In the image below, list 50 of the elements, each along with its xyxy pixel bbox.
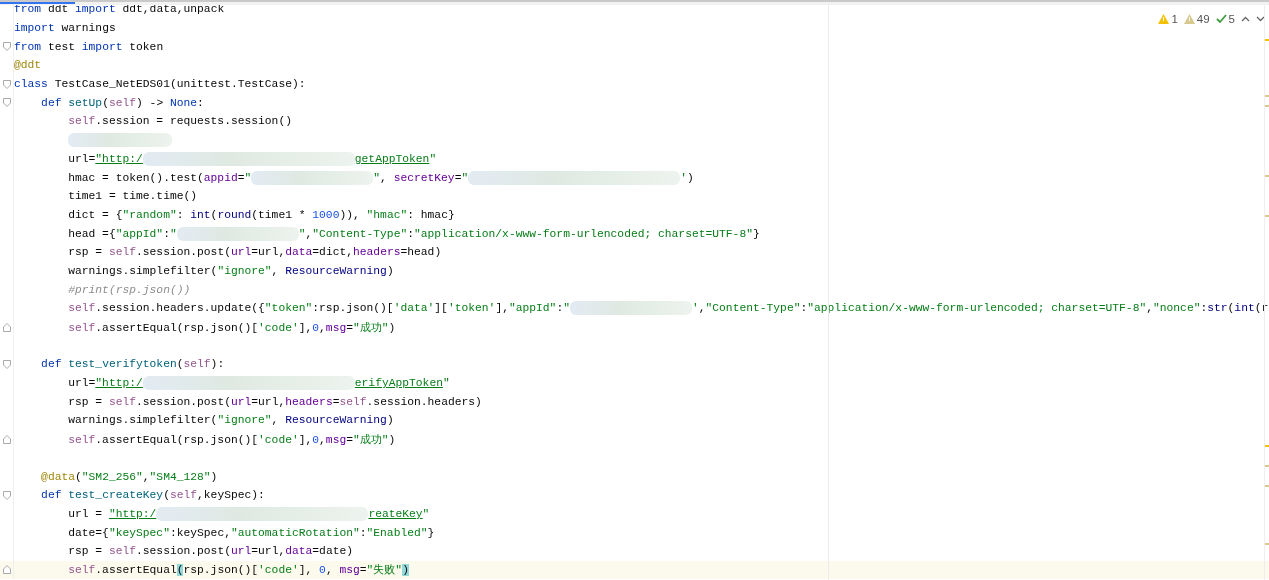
code-text: url="http:/ (68, 152, 143, 165)
code-text: erifyAppToken" (354, 377, 450, 390)
code-text: getAppToken" (354, 152, 437, 165)
code-text: rsp = self.session.post(url=url,headers=self.session.headers) (68, 395, 482, 408)
code-text: @ddt (14, 59, 42, 72)
chevron-up-icon[interactable] (1241, 16, 1250, 22)
fold-icon[interactable] (2, 322, 11, 332)
fold-icon[interactable] (2, 42, 11, 52)
code-text: class TestCase_NetEDS01(unittest.TestCase): (14, 78, 306, 91)
code-text: def setUp(self) -> None: (41, 96, 204, 109)
code-text: date={"keySpec":keySpec,"automaticRotation":"Enabled"} (68, 526, 435, 539)
warning-icon (1158, 14, 1170, 24)
code-text: warnings.simplefilter("ignore", ResourceWarning) (68, 414, 394, 427)
inspection-count[interactable]: 49 (1196, 13, 1210, 25)
inspection-count[interactable]: 5 (1228, 13, 1235, 25)
code-text: import warnings (14, 22, 116, 35)
code-text: self.assertEqual(rsp.json()['code'], 0, msg="失败") (68, 563, 409, 578)
code-text: from ddt import ddt,data,unpack (14, 5, 225, 16)
code-text: self.assertEqual(rsp.json()['code'],0,msg="成功") (68, 320, 396, 335)
code-text: def test_createKey(self,keySpec): (41, 489, 265, 502)
code-text: @data("SM2_256","SM4_128") (41, 470, 218, 483)
code-text: reateKey" (368, 507, 430, 520)
checkmark-icon (1215, 14, 1227, 24)
code-text: self.session.headers.update({"token":rsp.json()['data']['token'],"appId":" (68, 302, 570, 315)
code-text: self.assertEqual(rsp.json()['code'],0,msg="成功") (68, 432, 396, 447)
code-text: hmac = token().test(appid=" (68, 171, 252, 184)
code-text: time1 = time.time() (68, 190, 198, 203)
fold-icon[interactable] (2, 359, 11, 369)
fold-icon[interactable] (2, 79, 11, 89)
code-text: from test import token (14, 40, 164, 53)
chevron-down-icon[interactable] (1256, 16, 1265, 22)
code-text: url="http:/ (68, 377, 143, 390)
code-text: ", secretKey=" (373, 171, 469, 184)
inspection-count[interactable]: 1 (1171, 13, 1178, 25)
code-text: rsp = self.session.post(url=url,data=dict,headers=head) (68, 246, 442, 259)
code-text: url = "http:/ (68, 507, 157, 520)
code-text: rsp = self.session.post(url=url,data=date) (68, 545, 353, 558)
fold-icon[interactable] (2, 490, 11, 500)
fold-icon[interactable] (2, 98, 11, 108)
code-text: self.session = requests.session() (68, 115, 292, 128)
code-text: ') (680, 171, 694, 184)
fold-icon[interactable] (2, 434, 11, 444)
code-text: #print(rsp.json()) (68, 283, 191, 296)
code-text: def test_verifytoken(self): (41, 358, 225, 371)
code-text: dict = {"random": int(round(time1 * 1000)), "hmac": hmac} (68, 208, 455, 221)
code-text: warnings.simplefilter("ignore", ResourceWarning) (68, 264, 394, 277)
warning-icon (1183, 14, 1195, 24)
code-text: head ={"appId":" (68, 227, 177, 240)
code-text: ","Content-Type":"application/x-www-form-urlencoded; charset=UTF-8"} (298, 227, 760, 240)
fold-icon[interactable] (2, 565, 11, 575)
